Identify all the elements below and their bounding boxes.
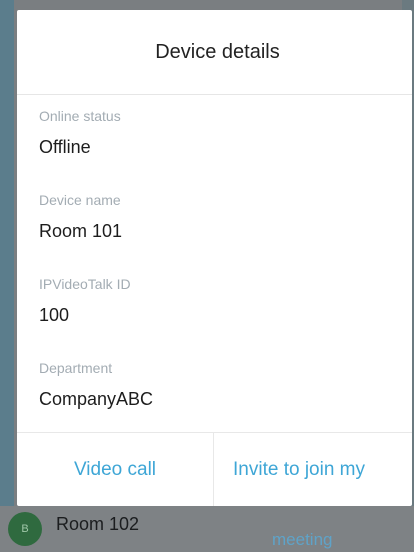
dialog-actions: Video call Invite to join my [17, 432, 412, 506]
field-department: Department CompanyABC [39, 360, 153, 410]
field-value: Offline [39, 137, 91, 157]
list-item-name: Room 102 [56, 514, 140, 534]
field-online-status: Online status Offline [39, 108, 121, 158]
field-label: IPVideoTalk ID [39, 276, 131, 292]
field-value: 100 [39, 305, 70, 325]
field-label: Online status [39, 108, 121, 124]
invite-to-join-button[interactable]: Invite to join my [214, 433, 412, 506]
field-label: Department [39, 360, 113, 376]
video-call-button[interactable]: Video call [17, 433, 214, 506]
list-item-status: meeting [272, 530, 333, 549]
field-device-name: Device name Room 101 [39, 192, 122, 242]
field-value: Room 101 [39, 221, 123, 241]
background-sidebar-edge [0, 0, 14, 552]
avatar: B [8, 512, 42, 546]
dialog-header: Device details [17, 10, 412, 95]
device-details-dialog: Device details Online status Offline Dev… [17, 10, 412, 506]
dialog-title: Device details [155, 40, 280, 63]
field-value: CompanyABC [39, 389, 154, 409]
field-label: Device name [39, 192, 121, 208]
field-ipvideotalk-id: IPVideoTalk ID 100 [39, 276, 131, 326]
